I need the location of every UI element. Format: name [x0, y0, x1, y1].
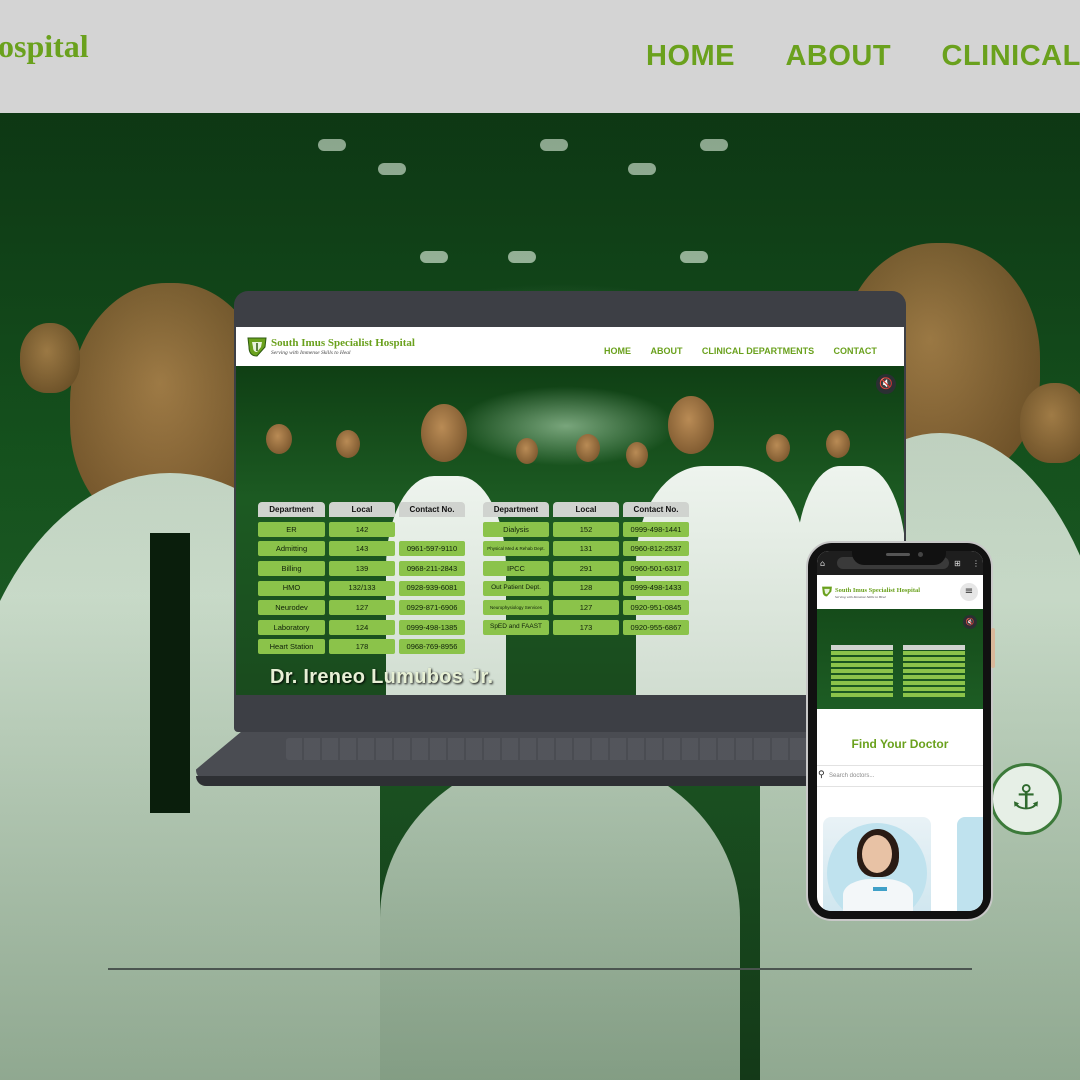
table-row: ER 142	[258, 520, 469, 540]
phone-hero-video: 🔇	[817, 609, 983, 709]
table-row: Neurodev 127 0929-871-6906	[258, 598, 469, 618]
mute-icon[interactable]: 🔇	[963, 615, 977, 629]
hospital-logo-icon	[247, 337, 267, 357]
laptop-nav-contact[interactable]: CONTACT	[834, 346, 877, 356]
directory-table-right: Department Local Contact No. Dialysis 15…	[483, 500, 693, 637]
hospital-logo-icon	[822, 586, 832, 597]
mini-directory-table	[903, 651, 965, 697]
phone-site-title[interactable]: South Imus Specialist Hospital	[835, 587, 920, 594]
mute-icon[interactable]: 🔇	[876, 374, 896, 394]
doctor-photo	[862, 835, 892, 873]
home-icon[interactable]: ⌂	[820, 559, 825, 568]
table-row: Out Patient Dept. 128 0999-498-1433	[483, 578, 693, 598]
hamburger-menu-icon[interactable]: ≡	[960, 583, 978, 601]
laptop-nav-about[interactable]: ABOUT	[650, 346, 682, 356]
divider-line	[108, 968, 972, 970]
doctor-search-input[interactable]: ⚲ Search doctors...	[817, 765, 983, 787]
table-row: Heart Station 178 0968-769-8956	[258, 637, 469, 657]
caduceus-badge-icon: ⚓	[990, 763, 1062, 835]
doctor-card[interactable]	[823, 817, 931, 911]
phone-site-header: South Imus Specialist Hospital Serving w…	[817, 575, 983, 609]
keyboard	[286, 738, 856, 760]
table-row: SpED and FAAST 173 0920-955-6867	[483, 618, 693, 638]
table-row: Admitting 143 0961-597-9110	[258, 539, 469, 559]
laptop-nav: HOME ABOUT CLINICAL DEPARTMENTS CONTACT	[604, 341, 892, 359]
nav-home[interactable]: HOME	[646, 40, 735, 72]
laptop-screen: South Imus Specialist Hospital Serving w…	[236, 327, 904, 695]
phone-notch	[852, 545, 946, 565]
search-placeholder: Search doctors...	[829, 773, 875, 779]
phone-screen: ⌂ ⊞ ⋮ South Imus Specialist Hospital Ser…	[817, 551, 983, 911]
search-icon: ⚲	[818, 770, 825, 780]
find-doctor-title: Find Your Doctor	[851, 737, 949, 751]
hero-caption: Dr. Ireneo Lumubos Jr.	[270, 666, 494, 688]
directory-table-left: Department Local Contact No. ER 142 Admi…	[258, 500, 469, 657]
site-header: ospital HOME ABOUT CLINICAL D	[0, 0, 1080, 113]
table-row: Billing 139 0968-211-2843	[258, 559, 469, 579]
laptop-nav-clinical-departments[interactable]: CLINICAL DEPARTMENTS	[702, 346, 814, 356]
table-row: Dialysis 152 0999-498-1441	[483, 520, 693, 540]
nav-clinical-departments[interactable]: CLINICAL D	[942, 40, 1080, 72]
site-tagline: Serving with Immense Skills to Heal	[271, 350, 351, 356]
table-row: Laboratory 124 0999-498-1385	[258, 618, 469, 638]
table-row: Physical Med & Rehab Dept. 131 0960-812-…	[483, 539, 693, 559]
nav-about[interactable]: ABOUT	[785, 40, 891, 72]
main-nav: HOME ABOUT CLINICAL D	[646, 40, 1080, 73]
laptop-hero-video: 🔇 Department Local Contact No. ER 142 Ad…	[236, 366, 904, 695]
phone-site-tagline: Serving with Immense Skills to Heal	[835, 595, 886, 599]
doctor-card[interactable]	[957, 817, 983, 911]
phone-side-button	[991, 628, 995, 668]
laptop-nav-home[interactable]: HOME	[604, 346, 631, 356]
table-row: Neurophysiology Services 127 0920-951-08…	[483, 598, 693, 618]
site-title[interactable]: South Imus Specialist Hospital	[271, 337, 415, 349]
brand-name[interactable]: ospital	[0, 28, 89, 65]
table-row: HMO 132/133 0928-939-6081	[258, 578, 469, 598]
table-row: IPCC 291 0960-501-6317	[483, 559, 693, 579]
laptop-site-header: South Imus Specialist Hospital Serving w…	[236, 327, 904, 366]
more-icon[interactable]: ⋮	[972, 559, 980, 568]
mini-directory-table	[831, 651, 893, 697]
tabs-icon[interactable]: ⊞	[954, 559, 961, 568]
